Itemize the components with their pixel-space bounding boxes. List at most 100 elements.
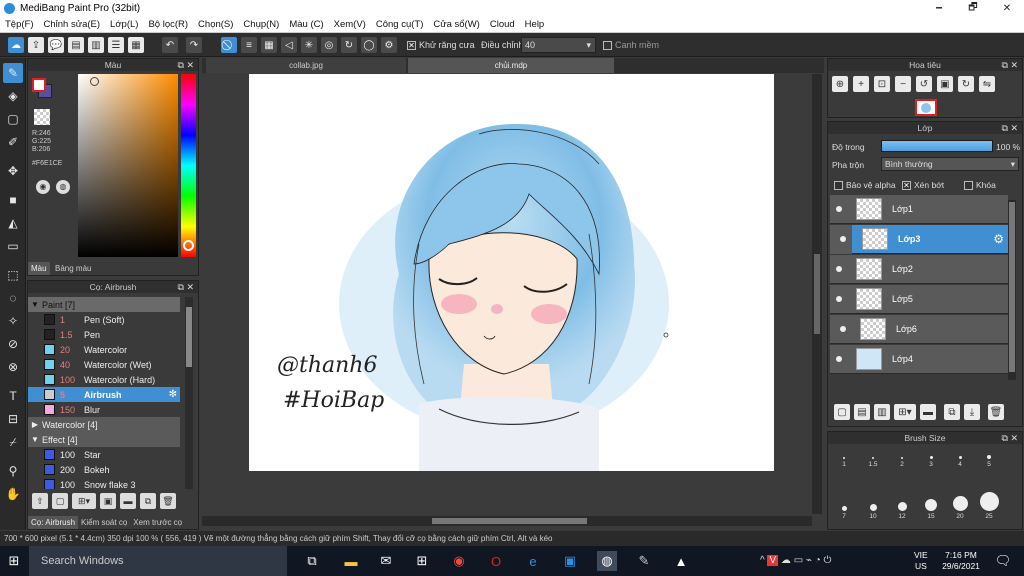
brush-item[interactable]: 20 Watercolor (28, 342, 180, 357)
layer-row-selected[interactable]: Lớp3 ⚙ (852, 225, 1008, 254)
menu-cloud[interactable]: Cloud (485, 19, 520, 30)
zoom-out-icon[interactable]: − (895, 76, 911, 92)
store-icon[interactable]: ⊞ (412, 551, 432, 571)
protect-alpha-checkbox[interactable] (834, 181, 843, 191)
new-halftone-layer-icon[interactable]: ▤ (854, 404, 870, 420)
brush-item[interactable]: 200 Bokeh (28, 462, 180, 477)
opacity-slider[interactable] (881, 140, 993, 152)
flip-icon[interactable]: ⇋ (979, 76, 995, 92)
eye-icon[interactable] (836, 206, 842, 212)
select-pen-tool-icon[interactable]: ⊘ (3, 334, 23, 354)
eyedropper-tool-icon[interactable]: ⌿ (3, 432, 23, 452)
redo-icon[interactable]: ↷ (186, 37, 202, 53)
vertical-scrollbar[interactable] (812, 74, 822, 514)
chrome-icon[interactable]: ◉ (449, 551, 469, 571)
brush-size-4[interactable]: 4 (947, 446, 973, 468)
antialias-checkbox[interactable]: ✕ (407, 41, 416, 51)
windows-start-icon[interactable]: ⊞ (4, 551, 24, 571)
vanish-snap-icon[interactable]: ◁ (281, 37, 297, 53)
hand-tool-icon[interactable]: ✋ (3, 484, 23, 504)
rect-tool-icon[interactable]: ▢ (3, 109, 23, 129)
bucket-tool-icon[interactable]: ◭ (3, 213, 23, 233)
file-explorer-icon[interactable]: ▬ (341, 551, 361, 571)
snap-off-icon[interactable]: ⃠ (221, 37, 237, 53)
color-swatches[interactable] (32, 78, 54, 100)
minimize-button[interactable]: 🗕 (922, 0, 956, 17)
antialias-toggle[interactable]: ✕ Khử răng cưa (407, 40, 475, 51)
fit-window-icon[interactable]: ⊡ (874, 76, 890, 92)
panel-expand-close-icon[interactable]: ⧉ ✕ (1002, 122, 1018, 134)
photos-icon[interactable]: ▲ (671, 551, 691, 571)
brush-group-paint[interactable]: ▼ Paint [7] (28, 297, 180, 312)
scrollbar-thumb[interactable] (186, 307, 192, 367)
rotate-left-icon[interactable]: ↺ (916, 76, 932, 92)
brush-item[interactable]: 40 Watercolor (Wet) (28, 357, 180, 372)
share-icon[interactable]: ⇪ (28, 37, 44, 53)
brush-list-scrollbar[interactable] (185, 297, 193, 489)
gear-icon[interactable]: ✻ (169, 389, 177, 400)
app-icon[interactable]: ✎ (634, 551, 654, 571)
mail-icon[interactable]: ✉ (376, 551, 396, 571)
folder-icon[interactable]: ▬ (120, 493, 136, 509)
merge-down-icon[interactable]: ⤓ (964, 404, 980, 420)
brush-size-15[interactable]: 15 (918, 490, 944, 520)
tab-brush[interactable]: Cọ: Airbrush (28, 516, 79, 529)
brush-size-1-5[interactable]: 1.5 (860, 446, 886, 468)
brush-settings-icon[interactable]: ▣ (100, 493, 116, 509)
cloud-icon[interactable]: ☁ (8, 37, 24, 53)
text-tool-icon[interactable]: T (3, 386, 23, 406)
brush-item-selected[interactable]: 5 Airbrush ✻ (28, 387, 180, 402)
color-picker-cursor[interactable] (90, 77, 99, 86)
lock-toggle[interactable]: Khóa (964, 180, 996, 191)
correction-select[interactable]: 40 ▾ (521, 37, 596, 53)
edge-icon[interactable]: e (523, 551, 543, 571)
palette-add-icon[interactable]: ◍ (56, 180, 70, 194)
gear-icon[interactable]: ⚙ (993, 232, 1004, 246)
brush-size-5[interactable]: 5 (976, 446, 1002, 468)
vivaldi-tray-icon[interactable]: V (767, 555, 779, 566)
transparent-color-swatch[interactable] (34, 109, 50, 125)
brush-size-1[interactable]: 1 (831, 446, 857, 468)
maximize-button[interactable]: 🗗 (956, 0, 990, 17)
blend-mode-select[interactable]: Bình thường ▾ (881, 157, 1019, 171)
menu-file[interactable]: Tệp(F) (0, 19, 39, 30)
new-brush-icon[interactable]: ▢ (52, 493, 68, 509)
scrollbar-thumb[interactable] (1009, 202, 1015, 372)
zoom-icon[interactable]: ▣ (560, 551, 580, 571)
layer-row[interactable]: Lớp6 (830, 315, 1008, 344)
eye-icon[interactable] (836, 356, 842, 362)
brush-group-effect[interactable]: ▼ Effect [4] (28, 432, 180, 447)
brush-item[interactable]: 100 Snow flake 3 (28, 477, 180, 489)
trash-icon[interactable]: 🗑 (160, 493, 176, 509)
lasso-tool-icon[interactable]: ◌ (3, 288, 23, 308)
taskbar-search-box[interactable]: Search Windows (29, 546, 287, 576)
duplicate-layer-icon[interactable]: ⧉ (944, 404, 960, 420)
eye-icon[interactable] (840, 326, 846, 332)
select-eraser-tool-icon[interactable]: ⊗ (3, 357, 23, 377)
close-button[interactable]: ✕ (990, 0, 1024, 17)
eye-icon[interactable] (836, 296, 842, 302)
scrollbar-thumb[interactable] (814, 254, 820, 334)
layer-row[interactable]: Lớp2 (830, 255, 1008, 284)
tab-brush-preview[interactable]: Xem trước cọ (130, 516, 185, 529)
menu-filter[interactable]: Bộ lọc(R) (143, 19, 193, 30)
doc-tab-active[interactable]: chủi.mdp (408, 58, 614, 73)
layer-row[interactable]: Lớp1 (830, 195, 1008, 224)
layer-eye-cell[interactable] (830, 225, 852, 254)
layer-row[interactable]: Lớp5 (830, 285, 1008, 314)
settings-snap-icon[interactable]: ⚙ (381, 37, 397, 53)
add-layer-menu-icon[interactable]: ⊞▾ (894, 404, 916, 420)
brush-item[interactable]: 100 Watercolor (Hard) (28, 372, 180, 387)
notification-icon[interactable]: 🗨 (993, 551, 1013, 571)
ellipse-snap-icon[interactable]: ◯ (361, 37, 377, 53)
menu-view[interactable]: Xem(V) (329, 19, 371, 30)
panel-expand-close-icon[interactable]: ⧉ ✕ (1002, 59, 1018, 71)
new-layer-icon[interactable]: ▢ (834, 404, 850, 420)
select-tool-icon[interactable]: ⬚ (3, 265, 23, 285)
zoom-in-icon[interactable]: + (853, 76, 869, 92)
language-indicator[interactable]: VIE US (914, 550, 928, 572)
navigator-thumbnail[interactable] (915, 99, 937, 116)
dropper2-tool-icon[interactable]: ⚲ (3, 461, 23, 481)
undo-icon[interactable]: ↶ (162, 37, 178, 53)
tab-color[interactable]: Màu (28, 262, 50, 275)
